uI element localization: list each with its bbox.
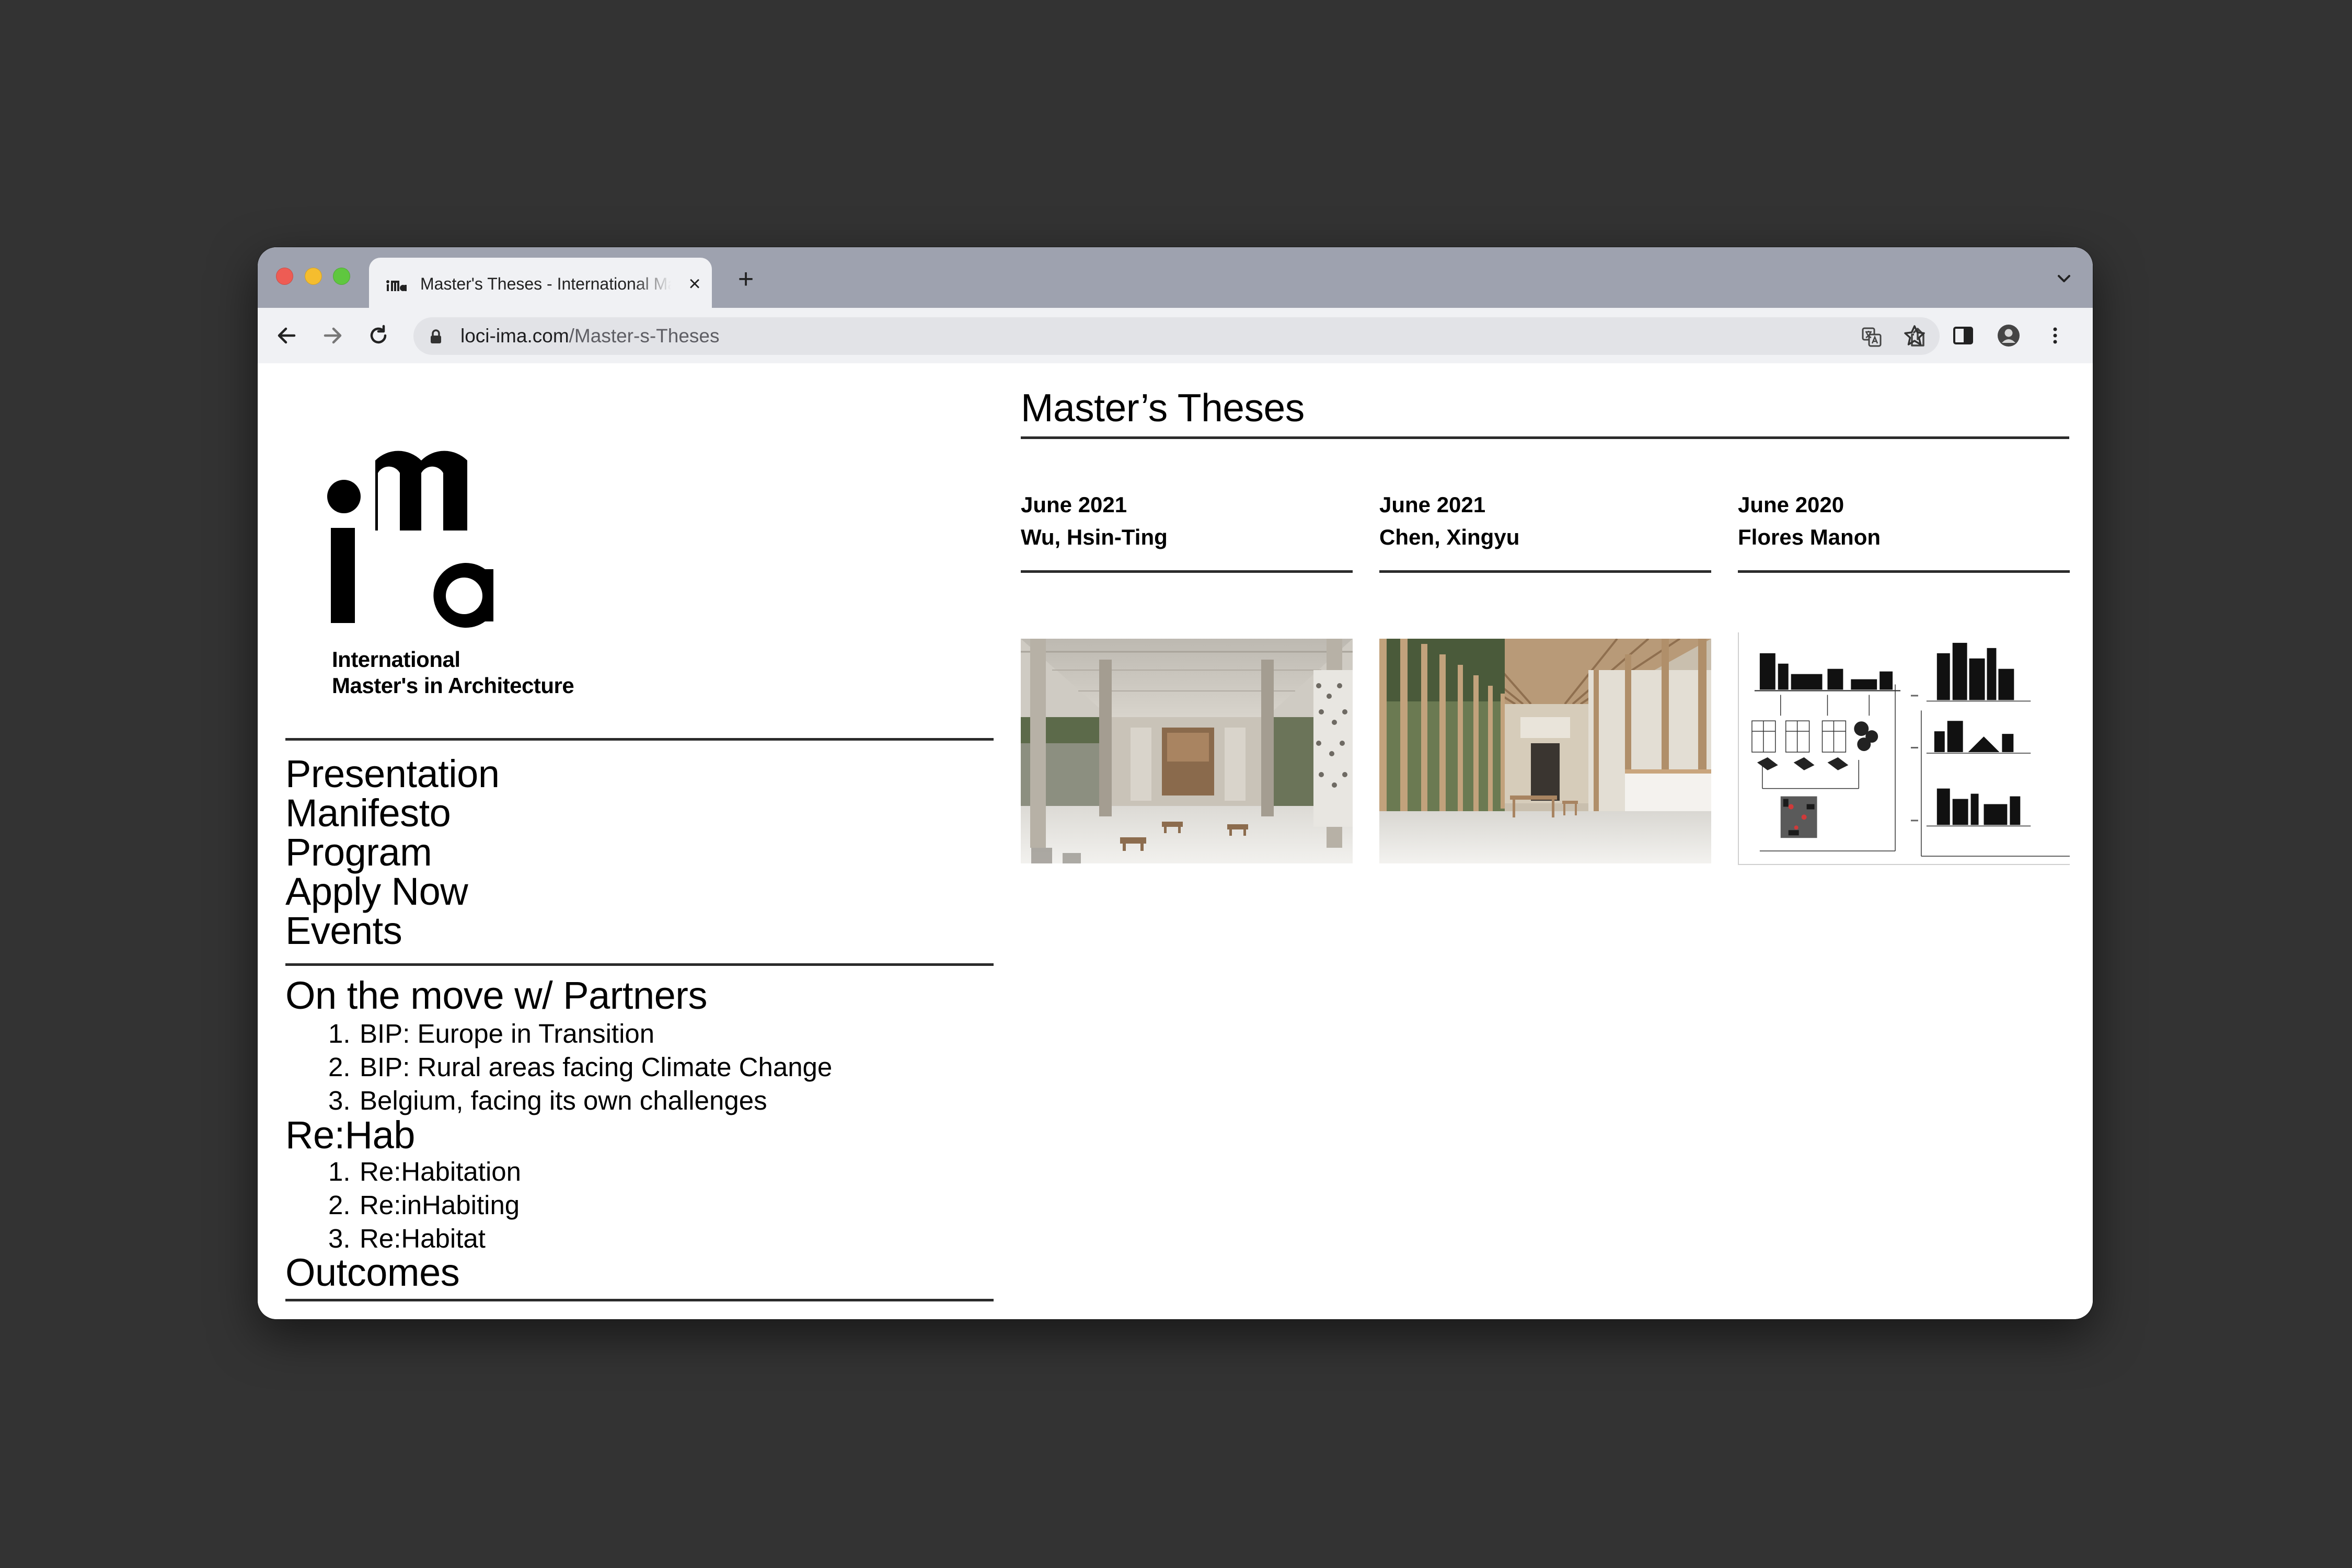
ima-logo[interactable]: ima [326,431,613,640]
minimize-window-button[interactable] [305,268,322,285]
rehab-list: 1. Re:Habitation 2. Re:inHabiting 3. Re:Hab… [328,1155,1008,1255]
url-path: /Master-s-Theses [569,325,720,347]
profile-icon[interactable] [1997,324,2021,348]
thesis-date: June 2021 [1379,492,1486,517]
primary-nav: Presentation Manifesto Program Apply Now… [285,754,965,950]
sub-link-bip-rural[interactable]: 2. BIP: Rural areas facing Climate Change [328,1051,1008,1084]
interior-render-image [1021,639,1353,863]
on-the-move-list: 1. BIP: Europe in Transition 2. BIP: Rural… [328,1017,1008,1117]
arrow-right-icon[interactable] [319,322,346,349]
divider [285,738,994,741]
maximize-window-button[interactable] [333,268,350,285]
thesis-date: June 2020 [1738,492,1844,517]
sub-link-reinhabiting[interactable]: 2. Re:inHabiting [328,1189,1008,1222]
thesis-thumbnail-1[interactable] [1021,639,1353,863]
nav-section-outcomes[interactable]: Outcomes [285,1252,460,1294]
list-number: 2. [328,1190,351,1220]
translate-icon[interactable] [1861,327,1882,348]
caption-line-2: Master's in Architecture [332,673,574,698]
site-favicon-icon [386,280,407,291]
nav-link-manifesto[interactable]: Manifesto [285,793,965,833]
sub-link-label: BIP: Europe in Transition [360,1019,655,1048]
drawing-sheet-image [1739,632,2070,864]
card-divider [1379,570,1711,573]
nav-section-on-the-move[interactable]: On the move w/ Partners [285,975,707,1017]
card-divider [1738,570,2070,573]
new-tab-button[interactable]: + [733,266,758,293]
star-icon[interactable] [1903,324,1927,348]
sub-link-label: Belgium, facing its own challenges [360,1086,767,1115]
browser-toolbar: loci-ima.com/Master-s-Theses [258,308,2093,364]
page-title: Master’s Theses [1021,386,1305,430]
web-page: ima International Master's in Architectu… [258,363,2093,1319]
sub-link-label: Re:Habitat [360,1224,486,1253]
caption-line-1: International [332,647,460,672]
divider [285,963,994,966]
nav-link-program[interactable]: Program [285,833,965,872]
thesis-author: Wu, Hsin-Ting [1021,525,1168,549]
list-number: 1. [328,1019,351,1048]
sub-link-label: BIP: Rural areas facing Climate Change [360,1052,833,1082]
list-number: 3. [328,1086,351,1115]
close-window-button[interactable] [276,268,293,285]
nav-link-events[interactable]: Events [285,911,965,950]
url-text[interactable]: loci-ima.com/Master-s-Theses [460,325,719,348]
thesis-author: Chen, Xingyu [1379,525,1520,549]
tab-bar: Master's Theses - International Master's… [258,247,2093,308]
lock-icon[interactable] [429,329,443,344]
browser-window: Master's Theses - International Master's… [258,247,2093,1319]
list-number: 2. [328,1052,351,1082]
side-panel-icon[interactable] [1951,324,1975,348]
nav-link-presentation[interactable]: Presentation [285,754,965,793]
thesis-card-2[interactable]: June 2021 Chen, Xingyu [1379,489,1711,554]
interior-render-image [1379,639,1711,863]
thesis-card-1[interactable]: June 2021 Wu, Hsin-Ting [1021,489,1353,554]
tab-close-icon[interactable]: × [684,273,705,294]
thesis-card-3[interactable]: June 2020 Flores Manon [1738,489,2070,554]
title-divider [1021,436,2069,439]
reload-icon[interactable] [365,322,392,349]
tab-title: Master's Theses - International Master's… [420,274,671,293]
nav-link-apply-now[interactable]: Apply Now [285,872,965,911]
sub-link-label: Re:Habitation [360,1157,522,1186]
logo-caption: International Master's in Architecture [332,647,645,699]
browser-tab-active[interactable]: Master's Theses - International Master's… [369,258,712,308]
sub-link-rehabitation[interactable]: 1. Re:Habitation [328,1155,1008,1189]
address-bar[interactable]: loci-ima.com/Master-s-Theses [413,317,1940,355]
thesis-date: June 2021 [1021,492,1127,517]
thesis-thumbnail-2[interactable] [1379,639,1711,863]
kebab-menu-icon[interactable] [2043,324,2067,348]
list-number: 1. [328,1157,351,1186]
thesis-thumbnail-3[interactable] [1738,632,2070,865]
divider [285,1299,994,1301]
chevron-down-icon[interactable] [2054,268,2074,289]
thesis-author: Flores Manon [1738,525,1881,549]
sub-link-label: Re:inHabiting [360,1190,520,1220]
arrow-left-icon[interactable] [273,322,301,349]
sub-link-bip-europe[interactable]: 1. BIP: Europe in Transition [328,1017,1008,1051]
card-divider [1021,570,1353,573]
sub-link-belgium[interactable]: 3. Belgium, facing its own challenges [328,1084,1008,1117]
nav-section-rehab[interactable]: Re:Hab [285,1114,415,1156]
url-domain: loci-ima.com [460,325,569,347]
